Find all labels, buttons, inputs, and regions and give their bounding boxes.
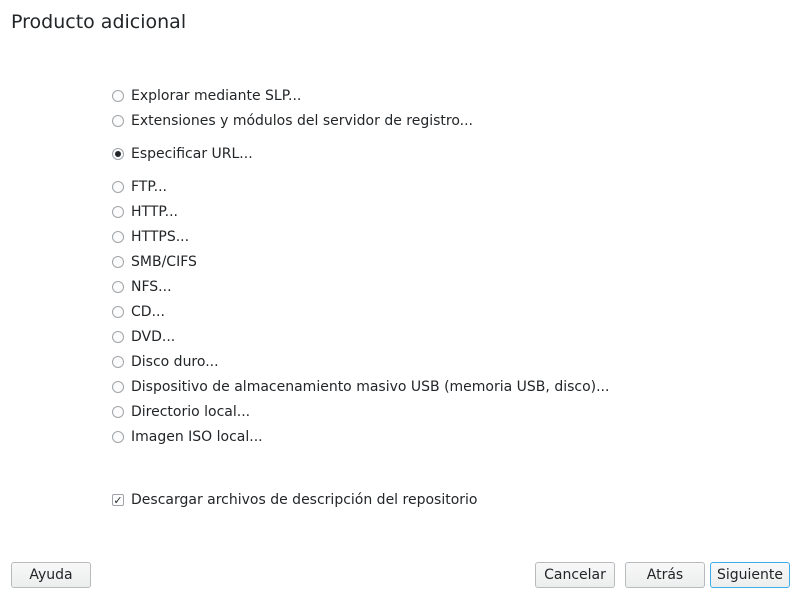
radio-option-usb[interactable]: Dispositivo de almacenamiento masivo USB…: [112, 376, 609, 398]
cancel-button[interactable]: Cancelar: [535, 562, 615, 588]
radio-option-slp[interactable]: Explorar mediante SLP...: [112, 85, 301, 107]
radio-option-local-dir[interactable]: Directorio local...: [112, 401, 250, 423]
radio-label: Extensiones y módulos del servidor de re…: [131, 113, 474, 129]
radio-label: HTTPS...: [131, 229, 190, 245]
radio-option-https[interactable]: HTTPS...: [112, 226, 189, 248]
radio-label: NFS...: [131, 279, 172, 295]
radio-button[interactable]: [112, 206, 124, 218]
add-on-product-dialog: Producto adicional Explorar mediante SLP…: [0, 0, 800, 600]
radio-option-url[interactable]: Especificar URL...: [112, 143, 253, 165]
download-descriptions-checkbox-row[interactable]: ✓ Descargar archivos de descripción del …: [112, 489, 477, 511]
page-title: Producto adicional: [11, 11, 187, 33]
radio-button[interactable]: [112, 306, 124, 318]
radio-button[interactable]: [112, 331, 124, 343]
radio-option-http[interactable]: HTTP...: [112, 201, 178, 223]
radio-label: Disco duro...: [131, 354, 219, 370]
radio-button[interactable]: [112, 256, 124, 268]
checkmark-icon: ✓: [113, 493, 123, 507]
radio-label: DVD...: [131, 329, 176, 345]
radio-button[interactable]: [112, 406, 124, 418]
radio-label: FTP...: [131, 179, 167, 195]
radio-button[interactable]: [112, 90, 124, 102]
radio-option-iso[interactable]: Imagen ISO local...: [112, 426, 263, 448]
radio-button[interactable]: [112, 381, 124, 393]
back-button[interactable]: Atrás: [625, 562, 705, 588]
radio-label: Dispositivo de almacenamiento masivo USB…: [131, 379, 610, 395]
radio-button[interactable]: [112, 356, 124, 368]
radio-label: HTTP...: [131, 204, 178, 220]
radio-label: Especificar URL...: [131, 146, 253, 162]
radio-button[interactable]: [112, 115, 124, 127]
radio-button[interactable]: [112, 281, 124, 293]
radio-label: CD...: [131, 304, 165, 320]
radio-button[interactable]: [112, 431, 124, 443]
radio-label: Directorio local...: [131, 404, 251, 420]
radio-option-nfs[interactable]: NFS...: [112, 276, 172, 298]
radio-option-hdd[interactable]: Disco duro...: [112, 351, 219, 373]
radio-button[interactable]: [112, 181, 124, 193]
radio-label: Explorar mediante SLP...: [131, 88, 302, 104]
radio-option-registry[interactable]: Extensiones y módulos del servidor de re…: [112, 110, 473, 132]
next-button[interactable]: Siguiente: [710, 562, 790, 588]
radio-button-selected[interactable]: [112, 148, 124, 160]
radio-button[interactable]: [112, 231, 124, 243]
radio-option-ftp[interactable]: FTP...: [112, 176, 167, 198]
checkbox-label: Descargar archivos de descripción del re…: [131, 492, 478, 508]
radio-label: Imagen ISO local...: [131, 429, 263, 445]
radio-label: SMB/CIFS: [131, 254, 197, 270]
radio-option-smb[interactable]: SMB/CIFS: [112, 251, 197, 273]
download-descriptions-checkbox[interactable]: ✓: [112, 494, 124, 506]
help-button[interactable]: Ayuda: [11, 562, 91, 588]
radio-option-cd[interactable]: CD...: [112, 301, 165, 323]
radio-option-dvd[interactable]: DVD...: [112, 326, 175, 348]
